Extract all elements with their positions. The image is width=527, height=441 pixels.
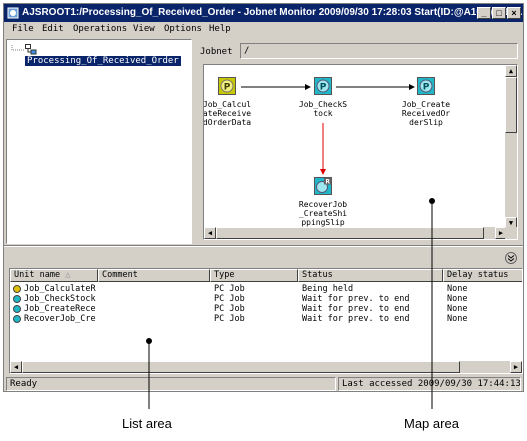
- list-area-callout: List area: [122, 416, 172, 431]
- callout-lines: [146, 198, 435, 409]
- map-area-callout: Map area: [404, 416, 459, 431]
